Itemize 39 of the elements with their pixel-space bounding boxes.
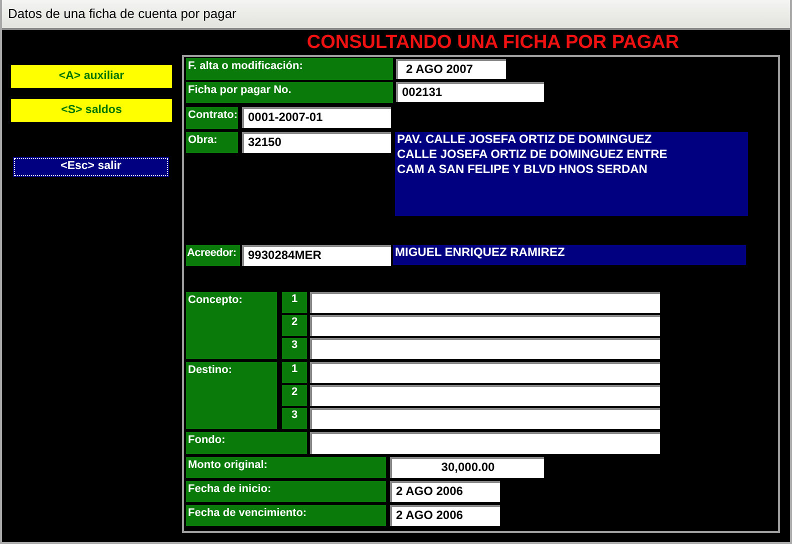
text-field[interactable]: 2 AGO 2007 [396, 59, 506, 79]
text-field[interactable] [310, 338, 660, 359]
field-label: Concepto: [186, 292, 277, 359]
text-field[interactable]: 2 AGO 2006 [390, 481, 500, 502]
window-title: Datos de una ficha de cuenta por pagar [8, 5, 236, 24]
field-label: Acreedor: [186, 245, 240, 266]
field-label: F. alta o modificación: [186, 58, 393, 80]
action-button[interactable]: <Esc> salir [13, 157, 169, 177]
line-number: 2 [282, 315, 307, 336]
field-label: Destino: [186, 362, 277, 429]
field-label: Obra: [186, 132, 238, 153]
text-field[interactable] [310, 315, 660, 336]
text-field[interactable] [310, 408, 660, 429]
description-box: PAV. CALLE JOSEFA ORTIZ DE DOMINGUEZ CALLE JOSEFA ORTIZ DE DOMINGUEZ ENTRE CAM A SAN FELIPE Y BLVD HNOS SERDAN [395, 132, 748, 216]
line-number: 2 [282, 385, 307, 406]
line-number: 1 [282, 292, 307, 313]
text-field[interactable]: 0001-2007-01 [242, 107, 391, 128]
action-button[interactable]: <S> saldos [11, 99, 172, 122]
text-field[interactable] [310, 432, 660, 454]
field-label: Fecha de vencimiento: [186, 505, 386, 526]
line-number: 3 [282, 338, 307, 359]
field-label: Contrato: [186, 107, 238, 129]
field-label: Monto original: [186, 457, 386, 478]
form-heading: CONSULTANDO UNA FICHA POR PAGAR [306, 32, 680, 53]
text-field[interactable] [310, 362, 660, 383]
field-label: Fecha de inicio: [186, 481, 386, 502]
line-number: 1 [282, 362, 307, 383]
name-box: MIGUEL ENRIQUEZ RAMIREZ [393, 245, 746, 265]
text-field[interactable] [310, 385, 660, 406]
text-field[interactable]: 002131 [396, 82, 544, 102]
text-field[interactable]: 30,000.00 [390, 457, 544, 478]
text-field[interactable] [310, 292, 660, 313]
field-label: Ficha por pagar No. [186, 82, 393, 103]
text-field[interactable]: 9930284MER [242, 245, 391, 266]
field-label: Fondo: [186, 432, 307, 454]
text-field[interactable]: 32150 [242, 132, 391, 153]
action-button[interactable]: <A> auxiliar [11, 65, 172, 88]
text-field[interactable]: 2 AGO 2006 [390, 505, 500, 526]
line-number: 3 [282, 408, 307, 429]
